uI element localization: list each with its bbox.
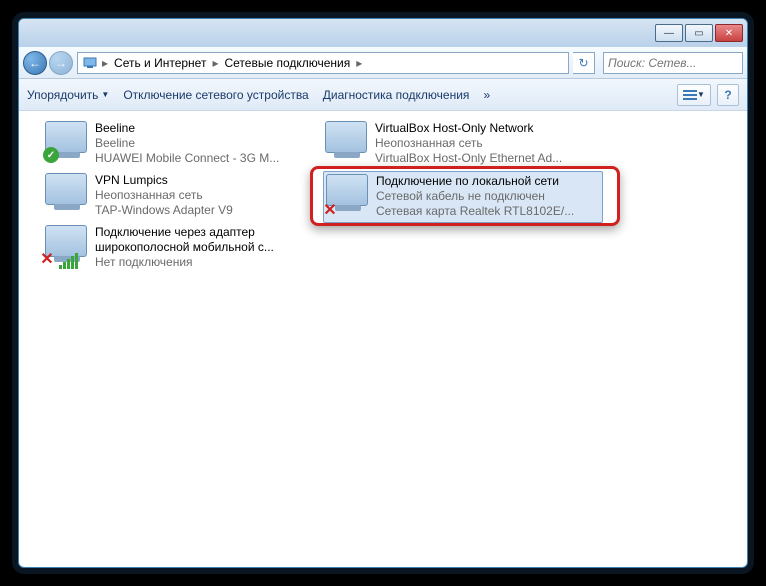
red-x-icon: ✕ xyxy=(39,251,55,267)
checkmark-icon: ✓ xyxy=(43,147,59,163)
connection-name: VPN Lumpics xyxy=(95,173,321,188)
connection-icon xyxy=(45,173,89,213)
connection-icon: ✕ xyxy=(326,174,370,214)
network-icon xyxy=(82,55,98,71)
search-input[interactable] xyxy=(608,56,748,70)
connection-status: Неопознанная сеть xyxy=(95,188,321,203)
minimize-button[interactable]: — xyxy=(655,24,683,42)
refresh-button[interactable]: ↻ xyxy=(573,52,595,74)
connection-name: Подключение через адаптер широкополосной… xyxy=(95,225,321,255)
titlebar: — ▭ ✕ xyxy=(19,19,747,47)
connection-icon: ✕ xyxy=(45,225,89,265)
address-bar[interactable]: ▸ Сеть и Интернет ▸ Сетевые подключения … xyxy=(77,52,569,74)
signal-bars-icon xyxy=(59,253,78,269)
connection-status: Неопознанная сеть xyxy=(375,136,601,151)
close-button[interactable]: ✕ xyxy=(715,24,743,42)
connection-device: TAP-Windows Adapter V9 xyxy=(95,203,321,218)
connection-device: VirtualBox Host-Only Ethernet Ad... xyxy=(375,151,601,166)
more-tools-button[interactable]: » xyxy=(483,88,490,102)
connection-item[interactable]: VirtualBox Host-Only Network Неопознанна… xyxy=(323,119,603,171)
connection-item[interactable]: ✕ Подключение через адаптер широкополосн… xyxy=(43,223,323,275)
connections-panel: ✓ Beeline Beeline HUAWEI Mobile Connect … xyxy=(19,111,747,567)
maximize-button[interactable]: ▭ xyxy=(685,24,713,42)
explorer-window: — ▭ ✕ ← → ▸ Сеть и Интернет ▸ Сетевые по… xyxy=(18,18,748,568)
connection-status: Сетевой кабель не подключен xyxy=(376,189,600,204)
connection-name: Beeline xyxy=(95,121,321,136)
breadcrumb-root[interactable]: Сеть и Интернет xyxy=(112,56,208,70)
chevron-right-icon: ▸ xyxy=(100,56,110,70)
diagnose-button[interactable]: Диагностика подключения xyxy=(323,88,470,102)
connection-device: HUAWEI Mobile Connect - 3G M... xyxy=(95,151,321,166)
organize-button[interactable]: Упорядочить ▼ xyxy=(27,88,109,102)
connection-status: Нет подключения xyxy=(95,255,321,270)
back-button[interactable]: ← xyxy=(23,51,47,75)
connection-item-selected[interactable]: ✕ Подключение по локальной сети Сетевой … xyxy=(323,171,603,223)
search-box[interactable]: 🔍 xyxy=(603,52,743,74)
connection-name: Подключение по локальной сети xyxy=(376,174,600,189)
connection-status: Beeline xyxy=(95,136,321,151)
chevron-right-icon: ▸ xyxy=(354,56,364,70)
chevron-right-icon: ▸ xyxy=(210,56,220,70)
chevron-down-icon: ▼ xyxy=(697,90,705,99)
view-mode-button[interactable]: ▼ xyxy=(677,84,711,106)
help-button[interactable]: ? xyxy=(717,84,739,106)
toolbar: Упорядочить ▼ Отключение сетевого устрой… xyxy=(19,79,747,111)
connection-item[interactable]: VPN Lumpics Неопознанная сеть TAP-Window… xyxy=(43,171,323,223)
connection-name: VirtualBox Host-Only Network xyxy=(375,121,601,136)
breadcrumb-current[interactable]: Сетевые подключения xyxy=(222,56,352,70)
disable-device-button[interactable]: Отключение сетевого устройства xyxy=(123,88,308,102)
red-x-icon: ✕ xyxy=(322,202,338,218)
connection-icon xyxy=(325,121,369,161)
connection-device: Сетевая карта Realtek RTL8102E/... xyxy=(376,204,600,219)
navigation-bar: ← → ▸ Сеть и Интернет ▸ Сетевые подключе… xyxy=(19,47,747,79)
connection-icon: ✓ xyxy=(45,121,89,161)
chevron-down-icon: ▼ xyxy=(101,90,109,99)
forward-button[interactable]: → xyxy=(49,51,73,75)
connection-item[interactable]: ✓ Beeline Beeline HUAWEI Mobile Connect … xyxy=(43,119,323,171)
